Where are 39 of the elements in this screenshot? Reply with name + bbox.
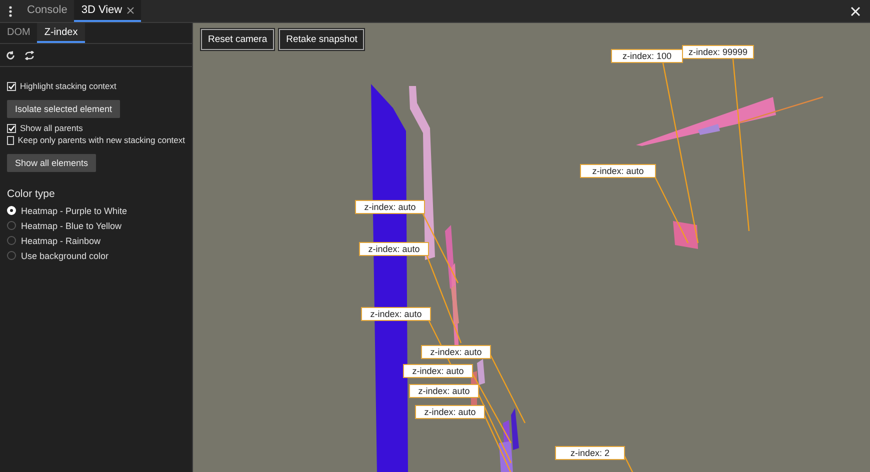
radio-button[interactable]	[7, 251, 16, 260]
viewport-button[interactable]: Reset camera	[201, 29, 274, 50]
checkbox[interactable]	[7, 82, 16, 90]
z-index-label: z-index: 100	[611, 49, 683, 63]
z-index-label: z-index: auto	[415, 405, 485, 419]
view-tab[interactable]: Z-index	[37, 23, 85, 43]
z-index-label: z-index: auto	[409, 384, 479, 398]
checkbox[interactable]	[7, 136, 14, 144]
leader-line	[422, 214, 459, 284]
close-icon[interactable]	[851, 6, 860, 16]
view-tab[interactable]: DOM	[0, 23, 38, 43]
radio-button[interactable]	[7, 236, 16, 245]
radio-label: Heatmap - Rainbow	[21, 236, 101, 246]
menu-icon[interactable]	[8, 6, 12, 16]
cycle-arrows-icon[interactable]	[24, 50, 35, 60]
z-index-label: z-index: auto	[403, 364, 473, 378]
z-index-label: z-index: 2	[555, 446, 625, 460]
z-index-label: z-index: auto	[421, 345, 491, 359]
panel-tab[interactable]: Console	[20, 0, 74, 22]
radio-label: Heatmap - Purple to White	[21, 206, 128, 216]
section-heading: Color type	[7, 188, 56, 200]
option-button[interactable]: Isolate selected element	[7, 100, 120, 118]
checkbox-label: Highlight stacking context	[20, 81, 116, 91]
close-tab-icon[interactable]	[127, 6, 134, 14]
checkbox-label: Show all parents	[20, 123, 83, 133]
checkbox[interactable]	[7, 124, 16, 132]
radio-label: Use background color	[21, 250, 109, 260]
z-index-label: z-index: 99999	[682, 45, 754, 59]
z-index-label: z-index: auto	[359, 242, 429, 256]
refresh-icon[interactable]	[6, 50, 15, 60]
radio-label: Heatmap - Blue to Yellow	[21, 220, 122, 230]
option-button[interactable]: Show all elements	[7, 154, 96, 172]
z-index-label: z-index: auto	[361, 307, 431, 321]
viewport-button[interactable]: Retake snapshot	[279, 29, 364, 50]
panel-tab[interactable]: 3D View	[74, 0, 142, 22]
z-index-label: z-index: auto	[355, 200, 425, 214]
z-index-label: z-index: auto	[580, 164, 656, 178]
checkbox-label: Keep only parents with new stacking context	[18, 135, 185, 145]
radio-button[interactable]	[7, 221, 16, 230]
